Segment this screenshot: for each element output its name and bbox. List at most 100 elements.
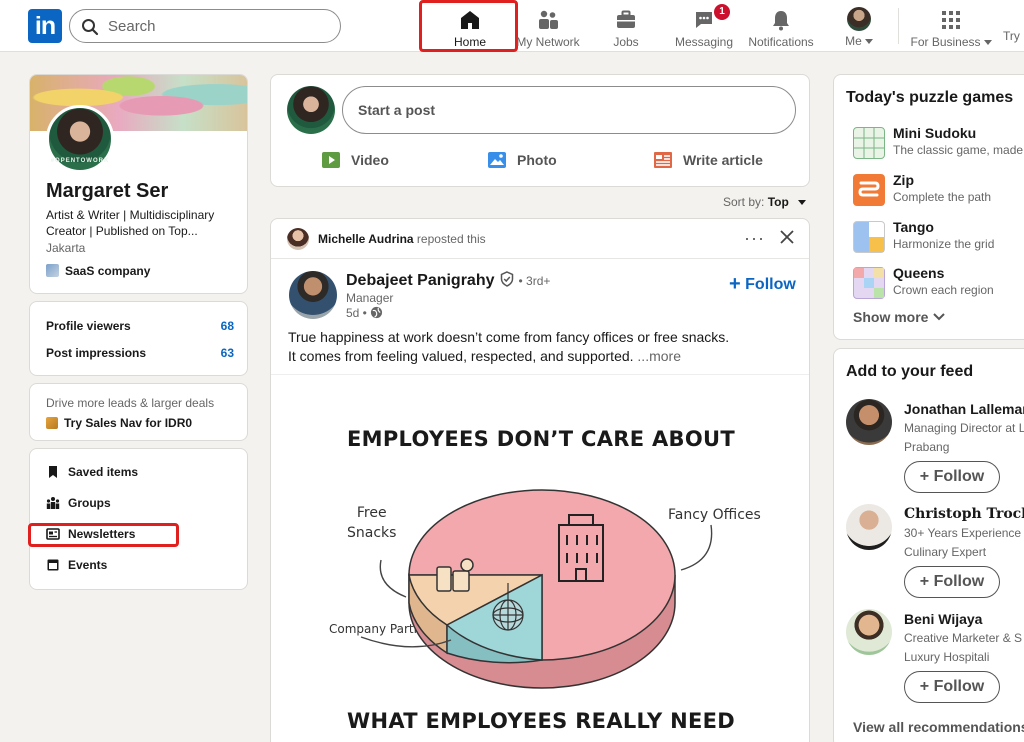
see-more-link[interactable]: ...more — [637, 348, 681, 364]
top-navigation: in Home My Network Jobs 1 Messaging Noti… — [0, 0, 1024, 52]
follow-author-button[interactable]: + Follow — [729, 273, 796, 295]
chevron-down-icon — [983, 40, 992, 46]
nav-my-network[interactable]: My Network — [512, 0, 584, 52]
recommendation-name[interactable]: Christoph Trocker — [904, 506, 1024, 522]
search-icon — [82, 19, 99, 36]
link-saved-items[interactable]: Saved items — [46, 465, 138, 485]
profile-company[interactable]: SaaS company — [46, 264, 150, 278]
search-box[interactable] — [69, 9, 341, 43]
photo-icon — [488, 152, 506, 168]
link-events[interactable]: Events — [46, 558, 107, 578]
puzzle-queens[interactable]: Queens Crown each region — [853, 265, 1024, 301]
sort-by-value: Top — [767, 195, 789, 209]
nav-divider — [898, 8, 899, 44]
recommendation-desc: Creative Marketer & S Ultra-Luxury Hospi… — [904, 631, 1024, 664]
video-icon — [322, 152, 340, 168]
nav-messaging[interactable]: 1 Messaging — [670, 0, 738, 52]
stats-card: Profile viewers 68 Post impressions 63 — [29, 301, 248, 376]
puzzle-mini-sudoku[interactable]: Mini Sudoku The classic game, made mini — [853, 125, 1024, 161]
author-avatar[interactable] — [289, 271, 337, 319]
sales-nav-promo: Drive more leads & larger deals — [46, 396, 215, 410]
sort-by-label: Sort by: — [723, 195, 765, 209]
chevron-down-icon — [933, 313, 946, 321]
repost-header: Michelle Audrina reposted this ··· — [271, 219, 809, 259]
nav-me[interactable]: Me — [836, 0, 882, 52]
verified-icon — [500, 271, 513, 287]
puzzle-name: Tango — [893, 219, 934, 235]
profile-name[interactable]: Margaret Ser — [46, 180, 168, 203]
follow-button[interactable]: + Follow — [904, 566, 1000, 598]
grid-icon — [942, 11, 960, 29]
nav-me-label: Me — [836, 34, 882, 48]
author-name[interactable]: Debajeet Panigrahy • 3rd+ — [346, 271, 550, 290]
nav-notifications[interactable]: Notifications — [742, 0, 820, 52]
author-title: Manager — [346, 291, 394, 305]
post-image[interactable]: EMPLOYEES DON’T CARE ABOUT Free Snacks F… — [271, 374, 809, 742]
recommendation-name[interactable]: Jonathan Lallemand — [904, 401, 1024, 417]
pie-illustration — [360, 489, 713, 689]
puzzle-name: Mini Sudoku — [893, 125, 977, 141]
follow-button[interactable]: + Follow — [904, 671, 1000, 703]
stat-value: 68 — [220, 319, 234, 333]
calendar-icon — [47, 559, 59, 571]
reposter-name[interactable]: Michelle Audrina — [318, 232, 414, 246]
post-time: 5d • — [346, 306, 383, 320]
globe-icon — [371, 306, 383, 319]
puzzle-desc: Harmonize the grid — [893, 237, 995, 251]
recommendation-item: Jonathan Lallemand Managing Director at … — [846, 399, 1024, 499]
sudoku-icon — [853, 127, 885, 159]
plus-icon: + — [729, 273, 741, 295]
write-article-button[interactable]: Write article — [653, 150, 763, 172]
nav-try-label: Try — [1003, 29, 1020, 43]
sales-nav-cta[interactable]: Try Sales Nav for IDR0 — [46, 416, 192, 430]
recommendation-avatar[interactable] — [846, 609, 892, 655]
chevron-down-icon — [864, 39, 873, 45]
groups-icon — [46, 497, 60, 509]
recommendation-avatar[interactable] — [846, 504, 892, 550]
recommendation-item: Christoph Trocker 30+ Years Experience C… — [846, 504, 1024, 604]
recommendation-name[interactable]: Beni Wijaya — [904, 611, 982, 627]
user-avatar[interactable] — [287, 86, 335, 134]
linkedin-logo[interactable]: in — [28, 9, 62, 43]
connection-degree: • 3rd+ — [518, 274, 551, 288]
chevron-down-icon — [798, 200, 807, 206]
close-icon[interactable] — [779, 229, 795, 245]
messaging-icon — [696, 12, 712, 28]
recommendation-item: Beni Wijaya Creative Marketer & S Ultra-… — [846, 609, 1024, 709]
video-button[interactable]: Video — [321, 150, 389, 172]
puzzle-desc: Complete the path — [893, 190, 992, 204]
view-all-recommendations-link[interactable]: View all recommendations — [853, 719, 1024, 735]
more-options-icon[interactable]: ··· — [744, 228, 765, 249]
profile-viewers-row[interactable]: Profile viewers 68 — [46, 319, 234, 337]
sort-by-dropdown[interactable]: Sort by: Top — [723, 195, 807, 209]
photo-button[interactable]: Photo — [487, 150, 557, 172]
recommendation-avatar[interactable] — [846, 399, 892, 445]
start-post-input[interactable]: Start a post — [342, 86, 796, 134]
puzzle-zip[interactable]: Zip Complete the path — [853, 172, 1024, 208]
nav-messaging-label: Messaging — [674, 35, 734, 49]
nav-for-business-label: For Business — [906, 35, 996, 49]
add-to-feed-card: Add to your feed Jonathan Lallemand Mana… — [833, 348, 1024, 742]
link-groups[interactable]: Groups — [46, 496, 111, 516]
bell-icon — [773, 11, 789, 31]
zip-icon — [853, 174, 885, 206]
home-highlight-box — [419, 0, 518, 52]
show-more-button[interactable]: Show more — [853, 309, 946, 325]
puzzle-desc: Crown each region — [893, 283, 994, 297]
messaging-badge: 1 — [714, 4, 730, 20]
nav-try-premium[interactable]: Try — [1003, 0, 1024, 52]
add-to-feed-heading: Add to your feed — [846, 363, 974, 380]
newsletters-highlight-box — [28, 523, 179, 547]
post-impressions-row[interactable]: Post impressions 63 — [46, 346, 234, 364]
puzzle-tango[interactable]: Tango Harmonize the grid — [853, 219, 1024, 255]
reposter-avatar[interactable] — [287, 228, 309, 250]
nav-jobs[interactable]: Jobs — [598, 0, 654, 52]
nav-jobs-label: Jobs — [613, 35, 639, 49]
image-footer-heading: WHAT EMPLOYEES REALLY NEED — [347, 709, 735, 733]
search-input[interactable] — [108, 16, 328, 36]
bookmark-icon — [49, 466, 57, 478]
profile-location: Jakarta — [46, 241, 86, 255]
profile-avatar[interactable]: #OPENTOWORK — [46, 105, 114, 173]
nav-for-business[interactable]: For Business — [906, 0, 996, 52]
follow-button[interactable]: + Follow — [904, 461, 1000, 493]
